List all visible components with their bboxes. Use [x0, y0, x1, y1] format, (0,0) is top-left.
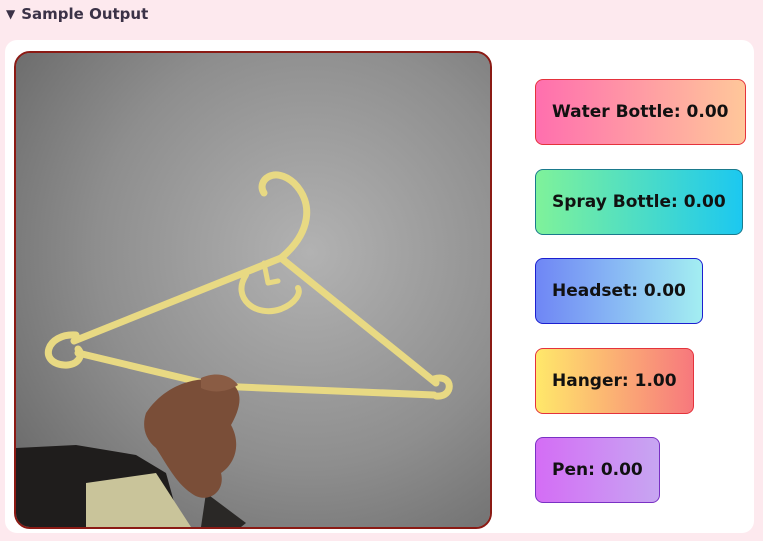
prediction-headset: Headset: 0.00: [535, 258, 703, 324]
triangle-down-icon: ▼: [6, 7, 16, 21]
prediction-score: 0.00: [683, 192, 726, 212]
prediction-score: 0.00: [643, 281, 686, 301]
prediction-water-bottle: Water Bottle: 0.00: [535, 79, 746, 145]
prediction-label: Spray Bottle: [552, 192, 671, 212]
summary-label: Sample Output: [21, 5, 149, 23]
prediction-score: 0.00: [600, 460, 643, 480]
prediction-label: Pen: [552, 460, 589, 480]
prediction-score: 1.00: [634, 371, 677, 391]
prediction-label: Hanger: [552, 371, 622, 391]
prediction-hanger: Hanger: 1.00: [535, 348, 694, 414]
webcam-image: [14, 51, 492, 529]
prediction-spray-bottle: Spray Bottle: 0.00: [535, 169, 743, 235]
prediction-pen: Pen: 0.00: [535, 437, 660, 503]
prediction-label: Headset: [552, 281, 632, 301]
prediction-label: Water Bottle: [552, 102, 674, 122]
details-summary[interactable]: ▼ Sample Output: [6, 5, 148, 23]
prediction-score: 0.00: [686, 102, 729, 122]
